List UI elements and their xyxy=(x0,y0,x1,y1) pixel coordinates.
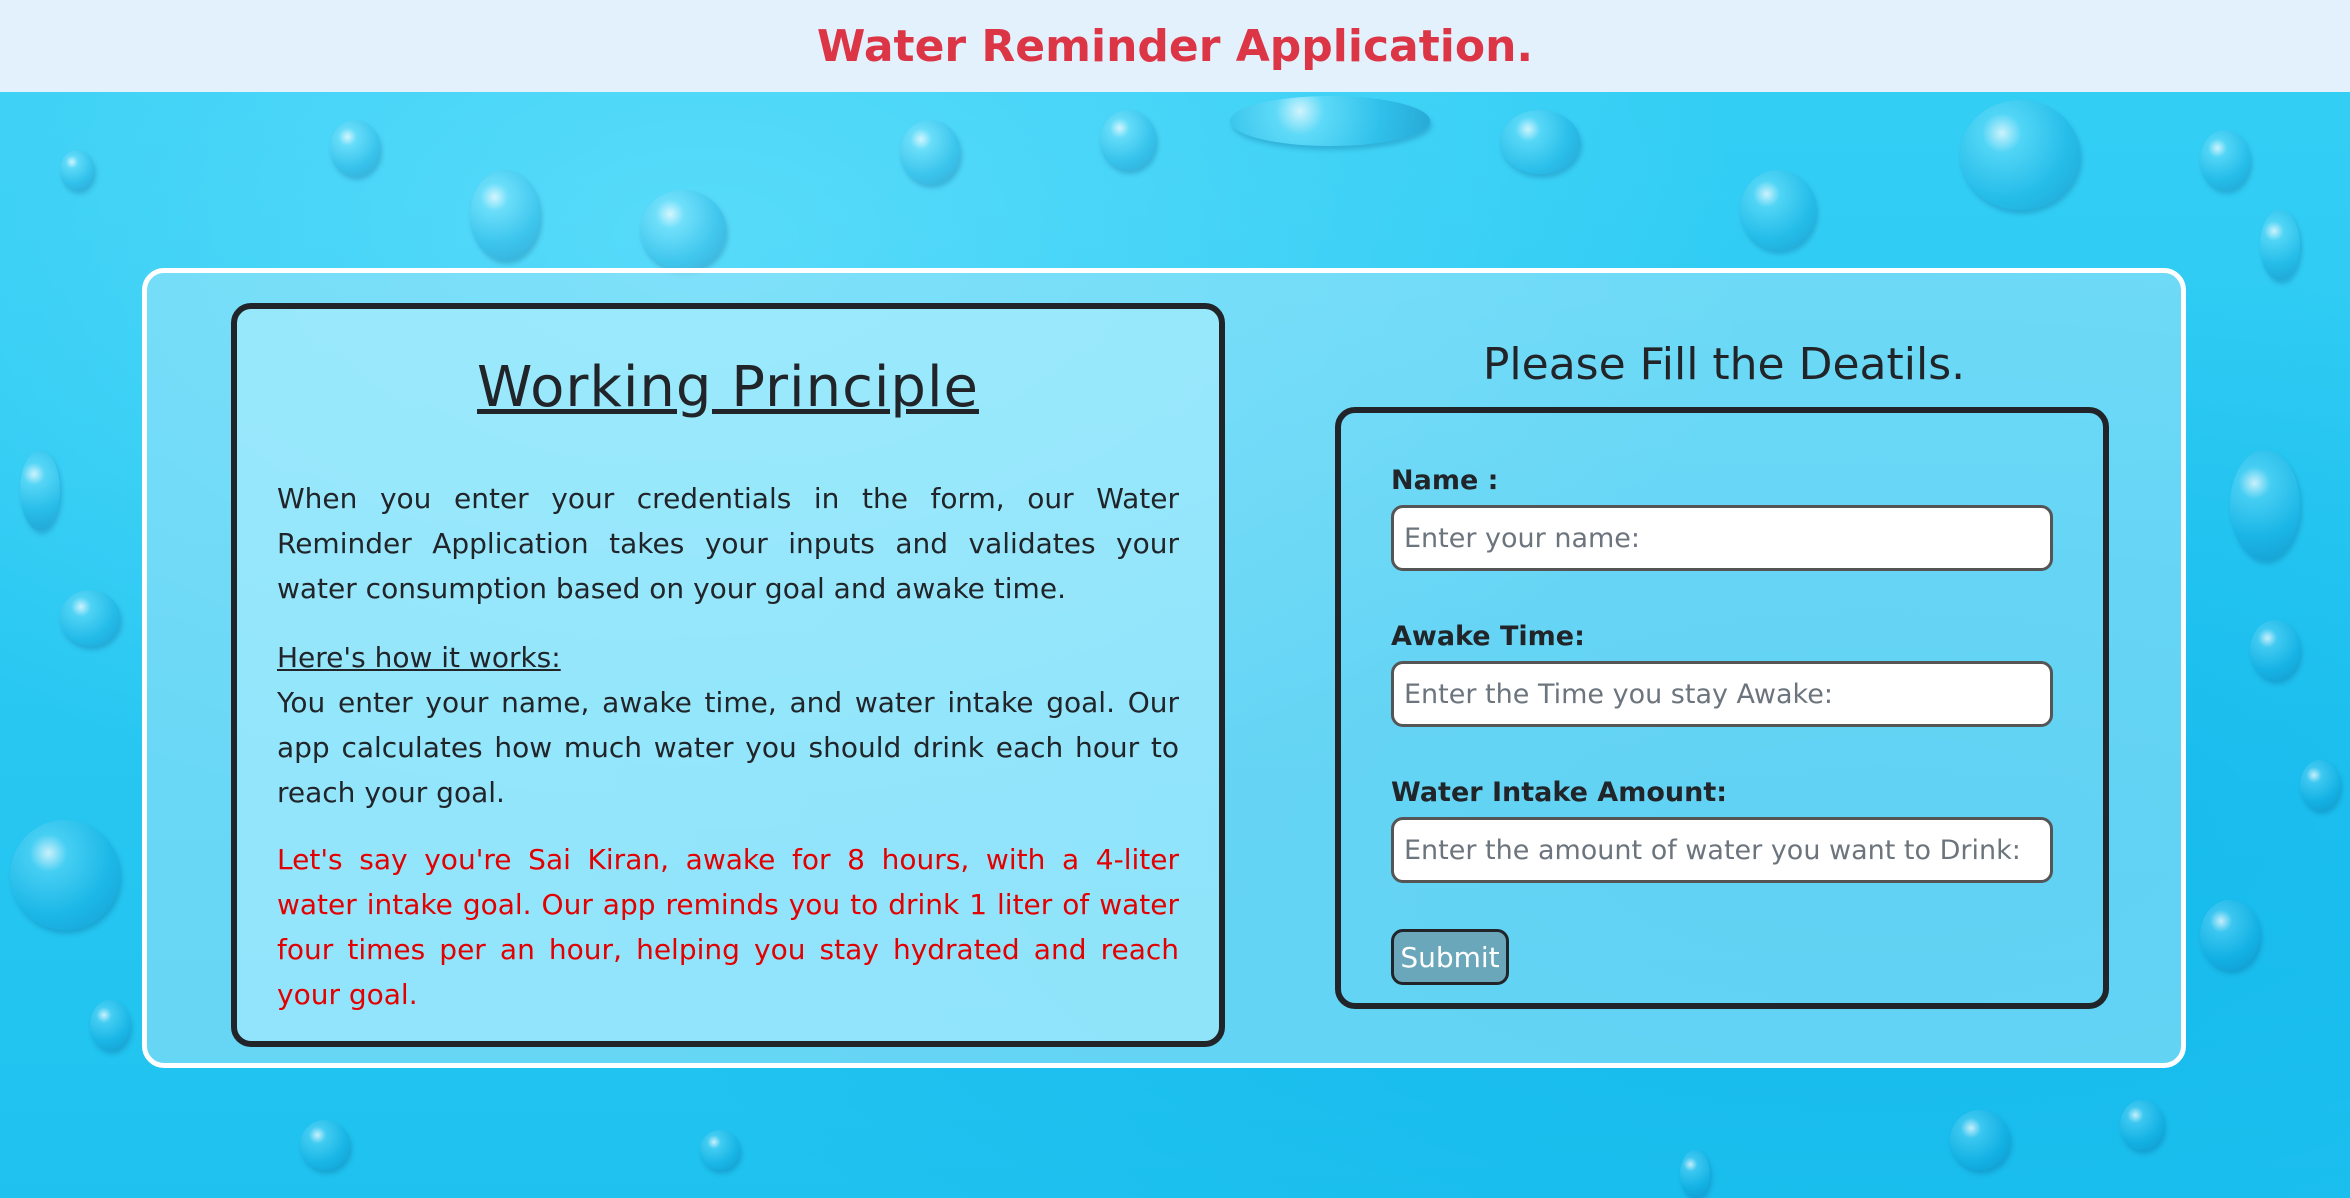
app-header: Water Reminder Application. xyxy=(0,0,2350,92)
how-it-works-heading: Here's how it works: xyxy=(277,641,561,674)
example-text: Let's say you're Sai Kiran, awake for 8 … xyxy=(277,843,1179,1011)
main-card: Working Principle When you enter your cr… xyxy=(142,268,2186,1068)
awake-time-label: Awake Time: xyxy=(1391,621,1585,652)
water-intake-label: Water Intake Amount: xyxy=(1391,777,1728,808)
awake-time-input[interactable] xyxy=(1391,661,2053,727)
water-intake-input[interactable] xyxy=(1391,817,2053,883)
details-form: Name : Awake Time: Water Intake Amount: … xyxy=(1335,407,2109,1009)
how-it-works-text: You enter your name, awake time, and wat… xyxy=(277,686,1179,809)
app-title: Water Reminder Application. xyxy=(816,20,1534,72)
name-label: Name : xyxy=(1391,465,1499,496)
form-title: Please Fill the Deatils. xyxy=(1482,339,1966,390)
name-input[interactable] xyxy=(1391,505,2053,571)
working-principle-title: Working Principle xyxy=(477,355,979,420)
working-principle-panel: Working Principle When you enter your cr… xyxy=(231,303,1225,1047)
principle-intro-text: When you enter your credentials in the f… xyxy=(277,482,1179,605)
submit-button[interactable]: Submit xyxy=(1391,929,1509,985)
